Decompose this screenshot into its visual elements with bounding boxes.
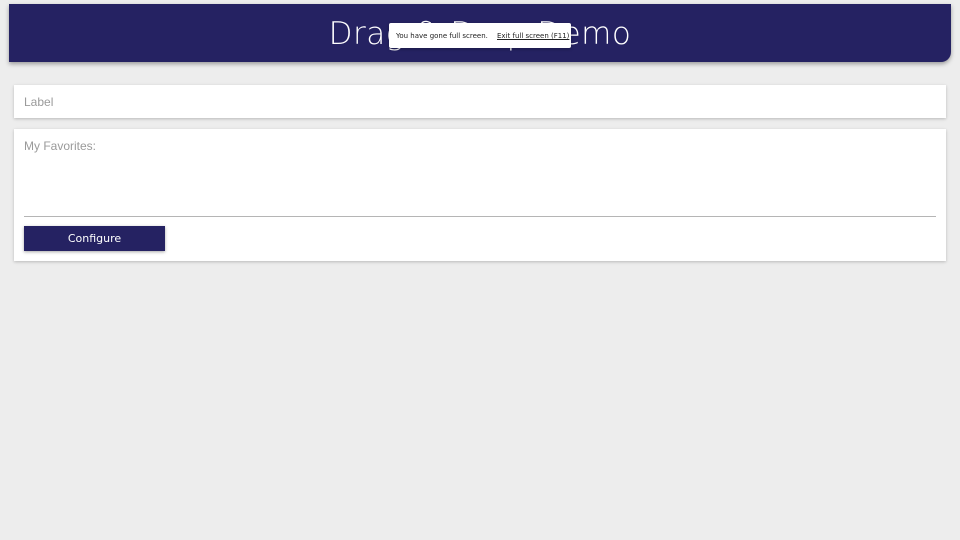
label-input[interactable] (24, 93, 924, 111)
exit-fullscreen-link[interactable]: Exit full screen (F11) (497, 32, 569, 40)
configure-button[interactable]: Configure (24, 226, 165, 251)
favorites-card: My Favorites: Configure (14, 129, 946, 261)
favorites-drop-area[interactable] (24, 155, 936, 215)
favorites-divider (24, 216, 936, 217)
favorites-title: My Favorites: (24, 139, 97, 153)
label-card (14, 85, 946, 118)
fullscreen-notice: You have gone full screen. Exit full scr… (389, 23, 571, 48)
fullscreen-message: You have gone full screen. (396, 32, 488, 40)
